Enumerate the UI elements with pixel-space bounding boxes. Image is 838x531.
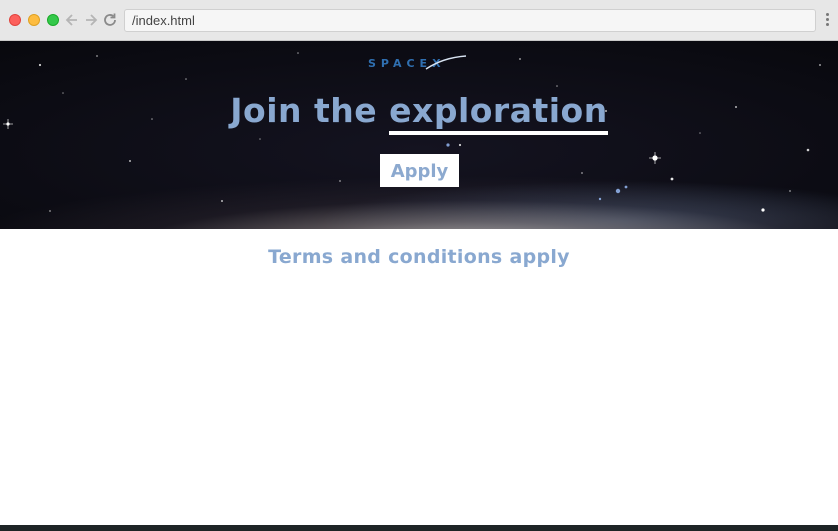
maximize-window-button[interactable] [47,14,59,26]
headline-accent: exploration [389,91,608,135]
back-arrow-icon[interactable] [64,11,80,29]
minimize-window-button[interactable] [28,14,40,26]
close-window-button[interactable] [9,14,21,26]
hero-banner: SPACEX Join the exploration Apply [0,41,838,229]
spacex-logo[interactable]: SPACEX [366,55,470,73]
browser-toolbar: /index.html [0,0,838,41]
footer-bar [0,525,838,531]
terms-text: Terms and conditions apply [268,246,570,268]
address-bar[interactable]: /index.html [124,9,816,32]
apply-button[interactable]: Apply [380,154,459,187]
forward-arrow-icon[interactable] [83,11,99,29]
hero-headline: Join the exploration [0,91,838,135]
reload-icon[interactable] [102,11,118,29]
headline-prefix: Join the [230,91,378,130]
logo-swoosh-icon [425,55,467,70]
menu-kebab-icon[interactable] [826,13,830,29]
